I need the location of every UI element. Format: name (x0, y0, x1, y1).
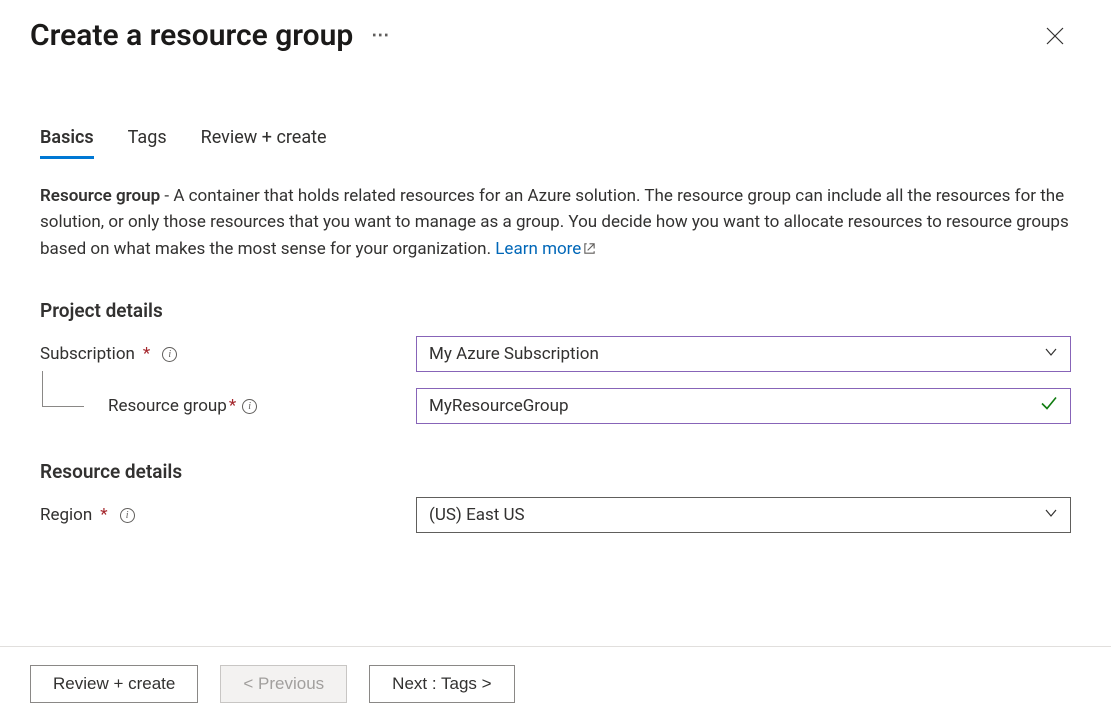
subscription-label: Subscription (40, 344, 135, 364)
info-icon[interactable]: i (162, 347, 177, 362)
tab-bar: Basics Tags Review + create (40, 127, 1111, 159)
more-actions-button[interactable]: ⋯ (371, 25, 391, 46)
resource-group-value: MyResourceGroup (429, 396, 569, 416)
required-indicator: * (100, 505, 107, 525)
section-project-details: Project details (40, 299, 1071, 322)
info-icon[interactable]: i (120, 508, 135, 523)
review-create-button[interactable]: Review + create (30, 665, 198, 703)
close-button[interactable] (1039, 20, 1071, 52)
previous-button: < Previous (220, 665, 347, 703)
resource-group-label: Resource group (108, 396, 227, 416)
footer-bar: Review + create < Previous Next : Tags > (0, 646, 1111, 721)
section-resource-details: Resource details (40, 460, 1071, 483)
chevron-down-icon (1044, 505, 1058, 525)
tree-indent-icon (42, 389, 92, 423)
next-button[interactable]: Next : Tags > (369, 665, 514, 703)
info-icon[interactable]: i (242, 399, 257, 414)
required-indicator: * (229, 396, 236, 416)
region-select[interactable]: (US) East US (416, 497, 1071, 533)
required-indicator: * (143, 344, 150, 364)
checkmark-icon (1040, 395, 1058, 418)
region-label: Region (40, 505, 92, 525)
tab-review-create[interactable]: Review + create (201, 127, 327, 159)
chevron-down-icon (1044, 344, 1058, 364)
subscription-value: My Azure Subscription (429, 344, 599, 364)
subscription-select[interactable]: My Azure Subscription (416, 336, 1071, 372)
tab-tags[interactable]: Tags (128, 127, 167, 159)
page-title: Create a resource group (30, 18, 353, 53)
external-link-icon (583, 237, 596, 263)
region-value: (US) East US (429, 505, 525, 525)
description-heading: Resource group (40, 186, 160, 206)
tab-basics[interactable]: Basics (40, 127, 94, 159)
description-text: Resource group - A container that holds … (40, 183, 1070, 263)
resource-group-input[interactable]: MyResourceGroup (416, 388, 1071, 424)
close-icon (1046, 27, 1064, 45)
learn-more-link[interactable]: Learn more (495, 239, 596, 259)
